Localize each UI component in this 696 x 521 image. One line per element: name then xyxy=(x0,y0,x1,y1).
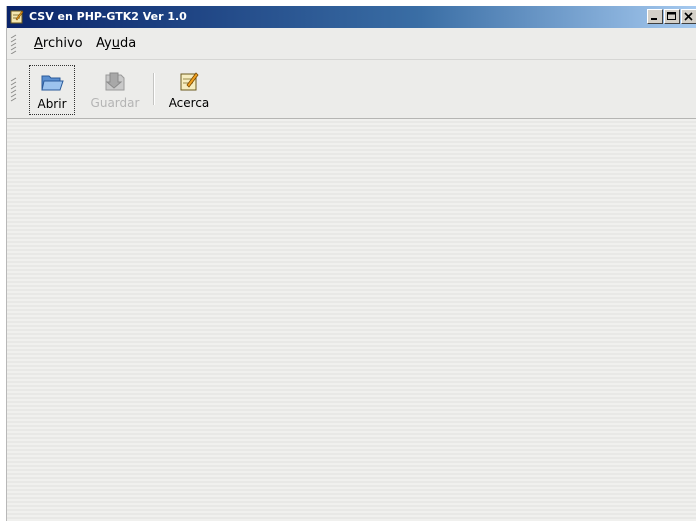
minimize-button[interactable] xyxy=(647,9,663,24)
maximize-icon xyxy=(667,12,676,20)
save-icon xyxy=(103,70,127,92)
toolbar-grip-handle[interactable] xyxy=(10,77,18,107)
maximize-button[interactable] xyxy=(664,9,680,24)
menu-bar: Archivo Ayuda xyxy=(7,29,696,60)
save-button-label: Guardar xyxy=(90,96,140,110)
minimize-icon xyxy=(651,18,657,20)
window-title: CSV en PHP-GTK2 Ver 1.0 xyxy=(29,10,187,23)
save-button[interactable]: Guardar xyxy=(89,65,141,115)
menu-archivo-label: rchivo xyxy=(42,36,83,51)
client-area xyxy=(7,119,696,521)
about-notepad-icon xyxy=(177,70,201,92)
menu-ayuda[interactable]: Ayuda xyxy=(96,36,136,52)
grip-icon xyxy=(10,34,17,55)
title-bar[interactable]: CSV en PHP-GTK2 Ver 1.0 xyxy=(7,6,696,28)
close-icon xyxy=(684,12,693,21)
folder-open-icon xyxy=(40,71,64,93)
about-button[interactable]: Acerca xyxy=(164,65,214,115)
toolbar-separator xyxy=(153,73,155,105)
app-notepad-icon xyxy=(10,9,24,24)
window-controls xyxy=(646,9,696,24)
open-button[interactable]: Abrir xyxy=(29,65,75,115)
open-button-label: Abrir xyxy=(37,97,67,111)
menubar-grip-handle[interactable] xyxy=(10,34,18,55)
menu-archivo[interactable]: Archivo xyxy=(34,36,83,52)
toolbar: Abrir Guardar Acerca xyxy=(7,61,696,119)
about-button-label: Acerca xyxy=(168,96,210,110)
app-window: CSV en PHP-GTK2 Ver 1.0 Archivo Ayuda Ab… xyxy=(6,6,696,521)
grip-icon xyxy=(10,77,17,102)
close-button[interactable] xyxy=(681,9,696,24)
